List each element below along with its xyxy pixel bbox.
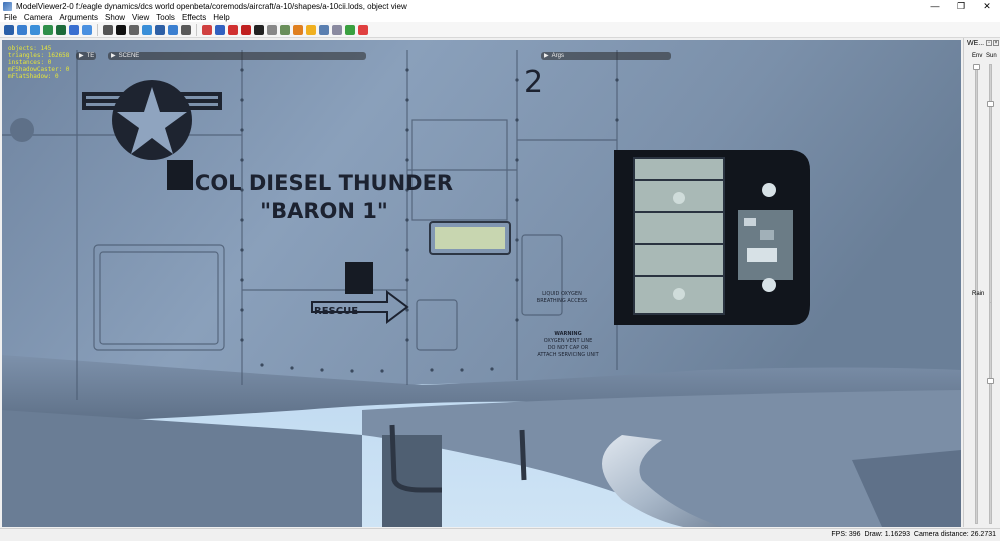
eye-icon[interactable] bbox=[267, 24, 277, 35]
svg-text:"BARON 1": "BARON 1" bbox=[260, 199, 388, 223]
toolbar-separator bbox=[97, 23, 98, 36]
sphere-icon[interactable] bbox=[215, 24, 225, 35]
expand-arrow-icon: ▶ bbox=[544, 53, 549, 59]
close-button[interactable]: ✕ bbox=[974, 0, 1000, 12]
texture-icon[interactable] bbox=[332, 24, 342, 35]
stat-triangles: triangles: 162658 bbox=[8, 52, 70, 59]
fps-readout: FPS: 396 bbox=[831, 531, 861, 538]
te-panel[interactable]: ▶ TE bbox=[76, 52, 96, 60]
cube-red-icon[interactable] bbox=[228, 24, 238, 35]
menu-file[interactable]: File bbox=[4, 13, 17, 22]
svg-text:2: 2 bbox=[524, 65, 543, 100]
status-readout: FPS: 396 Draw: 1.16293 Camera distance: … bbox=[831, 529, 996, 541]
box-red-icon[interactable] bbox=[241, 24, 251, 35]
menu-show[interactable]: Show bbox=[105, 13, 125, 22]
plane-icon[interactable] bbox=[168, 24, 178, 35]
bar-chart-icon[interactable] bbox=[202, 24, 212, 35]
weather-title: WE... bbox=[967, 40, 985, 47]
menu-camera[interactable]: Camera bbox=[24, 13, 52, 22]
rain-slider-track[interactable] bbox=[989, 302, 992, 524]
menu-help[interactable]: Help bbox=[213, 13, 229, 22]
grid-icon[interactable] bbox=[319, 24, 329, 35]
svg-text:COL DIESEL THUNDER: COL DIESEL THUNDER bbox=[195, 171, 453, 195]
camera-green-icon[interactable] bbox=[56, 24, 66, 35]
svg-text:OXYGEN VENT LINE: OXYGEN VENT LINE bbox=[544, 338, 593, 344]
lamp-icon[interactable] bbox=[142, 24, 152, 35]
svg-text:LIQUID OXYGEN: LIQUID OXYGEN bbox=[542, 291, 582, 297]
weather-panel: WE... ▫ × Env Sun Rain bbox=[963, 38, 1000, 527]
pin-icon[interactable] bbox=[129, 24, 139, 35]
env-slider-thumb[interactable] bbox=[973, 64, 980, 70]
minimize-button[interactable]: — bbox=[922, 0, 948, 12]
camera-distance-readout: Camera distance: 26.2731 bbox=[913, 531, 996, 538]
speaker-icon[interactable] bbox=[181, 24, 191, 35]
title-bar: ModelViewer2-0 f:/eagle dynamics/dcs wor… bbox=[0, 0, 1000, 12]
scene-panel[interactable]: ▶ SCENE bbox=[108, 52, 366, 60]
toolbar-separator bbox=[196, 23, 197, 36]
open-icon[interactable] bbox=[17, 24, 27, 35]
grid-green-icon[interactable] bbox=[345, 24, 355, 35]
stat-instances: instances: 0 bbox=[8, 59, 52, 66]
flame-icon[interactable] bbox=[293, 24, 303, 35]
svg-text:WARNING: WARNING bbox=[554, 331, 581, 337]
black-box-icon[interactable] bbox=[116, 24, 126, 35]
target-icon[interactable] bbox=[358, 24, 368, 35]
draw-readout: Draw: 1.16293 bbox=[864, 531, 910, 538]
stat-shadowcasters: mFShadowCaster: 0 bbox=[8, 66, 70, 73]
svg-text:DO NOT CAP OR: DO NOT CAP OR bbox=[548, 345, 589, 351]
menu-bar: File Camera Arguments Show View Tools Ef… bbox=[0, 12, 1000, 22]
reload-icon[interactable] bbox=[43, 24, 53, 35]
svg-text:ATTACH SERVICING UNIT: ATTACH SERVICING UNIT bbox=[537, 352, 599, 358]
window-title: ModelViewer2-0 f:/eagle dynamics/dcs wor… bbox=[16, 1, 407, 11]
globe-icon[interactable] bbox=[30, 24, 40, 35]
save-icon[interactable] bbox=[4, 24, 14, 35]
svg-text:RESCUE: RESCUE bbox=[314, 306, 358, 317]
light-blue-icon[interactable] bbox=[82, 24, 92, 35]
toolbar bbox=[0, 22, 1000, 38]
aircraft-render: COL DIESEL THUNDER "BARON 1" RESCUE 2 LI… bbox=[2, 40, 961, 527]
args-panel[interactable]: ▶ Args bbox=[541, 52, 671, 60]
menu-effects[interactable]: Effects bbox=[182, 13, 206, 22]
house-icon[interactable] bbox=[280, 24, 290, 35]
bomb-icon[interactable] bbox=[254, 24, 264, 35]
rain-slider-thumb[interactable] bbox=[987, 377, 994, 384]
close-panel-button[interactable]: × bbox=[993, 40, 999, 46]
app-icon bbox=[3, 1, 12, 11]
expand-arrow-icon: ▶ bbox=[111, 53, 116, 59]
sun-label: Sun bbox=[986, 53, 997, 59]
env-label: Env bbox=[972, 53, 983, 59]
menu-arguments[interactable]: Arguments bbox=[59, 13, 98, 22]
menu-view[interactable]: View bbox=[132, 13, 149, 22]
cube-blue-icon[interactable] bbox=[69, 24, 79, 35]
stats-overlay: objects: 145 triangles: 162658 instances… bbox=[8, 45, 69, 80]
3d-viewport[interactable]: COL DIESEL THUNDER "BARON 1" RESCUE 2 LI… bbox=[2, 40, 961, 527]
expand-arrow-icon: ▶ bbox=[79, 53, 84, 59]
stat-flatshadow: mFlatShadow: 0 bbox=[8, 73, 59, 80]
svg-text:BREATHING ACCESS: BREATHING ACCESS bbox=[537, 298, 587, 304]
sun-icon[interactable] bbox=[306, 24, 316, 35]
stat-objects: objects: 145 bbox=[8, 45, 52, 52]
maximize-button[interactable]: ❐ bbox=[948, 0, 974, 12]
float-panel-button[interactable]: ▫ bbox=[986, 40, 992, 46]
figure-icon[interactable] bbox=[155, 24, 165, 35]
rain-label: Rain bbox=[972, 291, 985, 297]
sun-slider-thumb[interactable] bbox=[987, 100, 994, 107]
menu-tools[interactable]: Tools bbox=[156, 13, 175, 22]
status-bar: FPS: 396 Draw: 1.16293 Camera distance: … bbox=[0, 528, 1000, 541]
gear-icon[interactable] bbox=[103, 24, 113, 35]
